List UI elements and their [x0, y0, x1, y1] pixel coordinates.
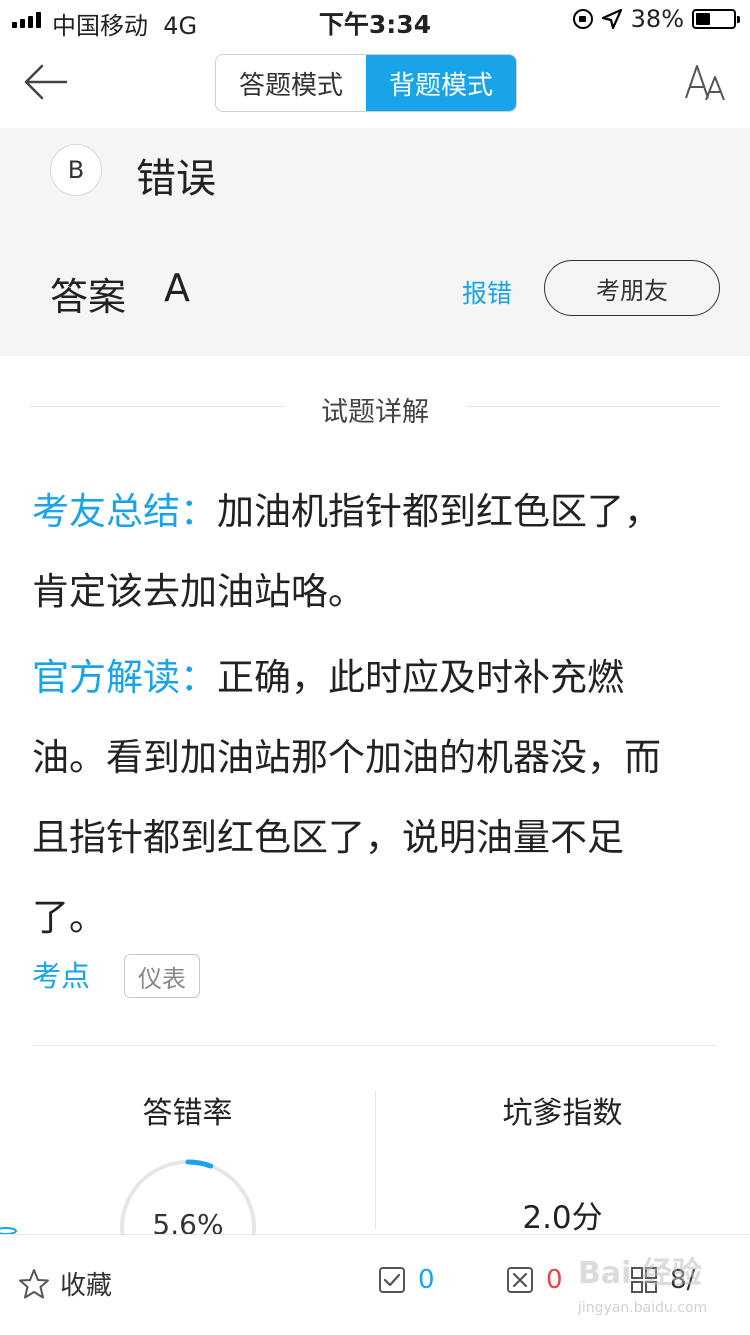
rotation-lock-icon: [572, 9, 593, 29]
status-right: 38%: [572, 5, 740, 33]
favorite-label: 收藏: [60, 1271, 113, 1301]
network-type: 4G: [163, 12, 198, 40]
check-box-icon: [379, 1267, 405, 1293]
wrong-count[interactable]: 0: [506, 1265, 563, 1295]
ask-friend-button[interactable]: 考朋友: [544, 260, 720, 316]
correct-count-value: 0: [418, 1265, 435, 1295]
error-rate-title: 答错率: [142, 1096, 233, 1131]
knowledge-point-tag[interactable]: 仪表: [124, 954, 200, 998]
nav-bar: 答题模式 背题模式: [0, 40, 750, 128]
battery-percent: 38%: [630, 5, 684, 33]
battery-icon: [692, 9, 740, 29]
report-error-link[interactable]: 报错: [462, 274, 512, 310]
answer-label: 答案: [50, 275, 127, 319]
section-title: 试题详解: [321, 397, 429, 428]
status-bar: 中国移动 4G 下午3:34 38%: [0, 0, 750, 40]
explanation-label: 考友总结：: [32, 490, 217, 533]
stats-divider: [32, 1045, 716, 1046]
difficulty-title: 坑爹指数: [502, 1096, 623, 1131]
mode-toggle: 答题模式 背题模式: [215, 54, 517, 112]
difficulty-value: 2.0分: [522, 1200, 603, 1236]
font-size-icon[interactable]: [684, 62, 728, 102]
tab-answer-mode[interactable]: 答题模式: [216, 55, 366, 111]
star-icon: [19, 1268, 49, 1298]
tab-review-mode[interactable]: 背题模式: [366, 55, 516, 111]
carrier-name: 中国移动: [52, 12, 148, 40]
carrier-info: 中国移动 4G: [52, 6, 197, 41]
divider-right: [466, 406, 720, 407]
knowledge-point-label: 考点: [32, 959, 91, 993]
favorite-button[interactable]: 收藏: [18, 1265, 112, 1302]
correct-count[interactable]: 0: [378, 1265, 435, 1295]
answer-panel: B 错误 答案 A 报错 考朋友: [0, 128, 750, 356]
watermark-url: jingyan.baidu.com: [578, 1300, 708, 1316]
answer-value: A: [164, 266, 190, 310]
signal-icon: [12, 12, 41, 28]
cross-box-icon: [507, 1267, 533, 1293]
wrong-count-value: 0: [546, 1265, 563, 1295]
explanation-official: 官方解读：正确，此时应及时补充燃油。看到加油站那个加油的机器没，而且指针都到红色…: [32, 638, 692, 958]
watermark: Bai 经验: [578, 1256, 702, 1291]
explanation-label: 官方解读：: [32, 656, 217, 699]
section-header: 试题详解: [0, 386, 750, 428]
option-text[interactable]: 错误: [136, 146, 216, 204]
back-arrow-icon[interactable]: [22, 62, 68, 102]
location-arrow-icon: [601, 8, 622, 30]
option-letter[interactable]: B: [50, 144, 102, 196]
explanation-user-summary: 考友总结：加油机指针都到红色区了，肯定该去加油站咯。: [32, 472, 692, 632]
